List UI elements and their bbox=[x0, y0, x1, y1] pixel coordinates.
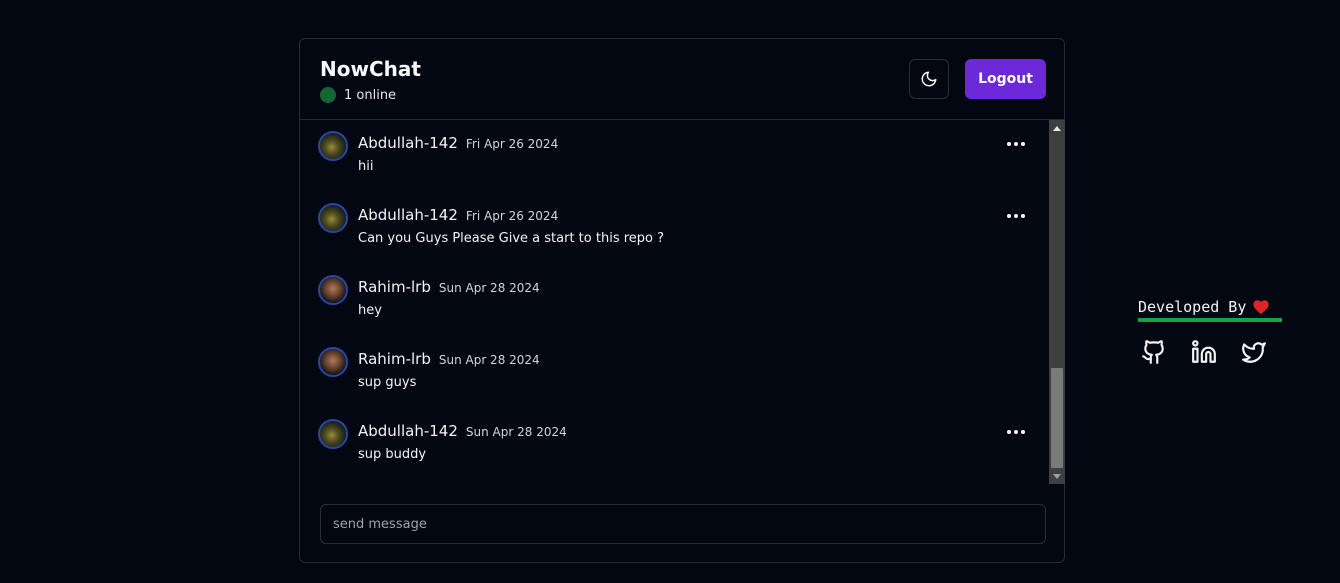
twitter-icon bbox=[1242, 342, 1266, 363]
online-status: 1 online bbox=[320, 87, 396, 103]
chat-card: NowChat 1 online Logout Abdullah-142 Fri … bbox=[299, 38, 1065, 563]
message-date: Sun Apr 28 2024 bbox=[438, 353, 540, 367]
scroll-up-button[interactable] bbox=[1049, 120, 1065, 136]
triangle-down-icon bbox=[1053, 473, 1061, 479]
scroll-thumb[interactable] bbox=[1051, 368, 1063, 468]
moon-icon bbox=[921, 71, 937, 87]
online-count: 1 online bbox=[344, 87, 397, 103]
message-author[interactable]: Abdullah-142 bbox=[358, 422, 458, 440]
more-horizontal-icon bbox=[1007, 430, 1025, 434]
online-indicator-icon bbox=[320, 87, 336, 103]
avatar[interactable] bbox=[318, 347, 348, 377]
developed-by-label: Developed By bbox=[1138, 298, 1247, 316]
message-author[interactable]: Rahim-lrb bbox=[358, 350, 431, 368]
message-text: Can you Guys Please Give a start to this… bbox=[358, 231, 665, 246]
heart-icon bbox=[1252, 299, 1270, 315]
message-scrollbar[interactable] bbox=[1049, 120, 1065, 484]
avatar[interactable] bbox=[318, 131, 348, 161]
avatar[interactable] bbox=[318, 275, 348, 305]
github-icon bbox=[1142, 340, 1164, 364]
message-author[interactable]: Abdullah-142 bbox=[358, 206, 458, 224]
chat-header: NowChat 1 online Logout bbox=[300, 39, 1064, 120]
composer bbox=[320, 504, 1046, 544]
more-horizontal-icon bbox=[1007, 214, 1025, 218]
more-options-button[interactable] bbox=[1004, 132, 1028, 156]
avatar[interactable] bbox=[318, 419, 348, 449]
linkedin-icon bbox=[1192, 340, 1216, 363]
app-title: NowChat bbox=[320, 57, 421, 81]
message-list[interactable]: Abdullah-142 Fri Apr 26 2024 hii Abdullah… bbox=[300, 120, 1049, 484]
message-date: Fri Apr 26 2024 bbox=[465, 209, 559, 223]
developer-credit: Developed By bbox=[1138, 298, 1288, 368]
message-date: Fri Apr 26 2024 bbox=[465, 137, 559, 151]
linkedin-link[interactable] bbox=[1188, 336, 1220, 368]
message-item: Rahim-lrb Sun Apr 28 2024 sup guys bbox=[318, 336, 1038, 392]
message-item: Rahim-lrb Sun Apr 28 2024 hey bbox=[318, 264, 1038, 320]
message-author[interactable]: Abdullah-142 bbox=[358, 134, 458, 152]
message-date: Sun Apr 28 2024 bbox=[465, 425, 567, 439]
more-options-button[interactable] bbox=[1004, 420, 1028, 444]
avatar[interactable] bbox=[318, 203, 348, 233]
message-text: hii bbox=[358, 159, 374, 174]
twitter-link[interactable] bbox=[1238, 336, 1270, 368]
message-input[interactable] bbox=[321, 505, 1045, 543]
triangle-up-icon bbox=[1053, 125, 1061, 131]
message-item: Abdullah-142 Sun Apr 28 2024 sup buddy bbox=[318, 408, 1038, 464]
message-date: Sun Apr 28 2024 bbox=[438, 281, 540, 295]
logout-button[interactable]: Logout bbox=[965, 59, 1046, 99]
more-horizontal-icon bbox=[1007, 142, 1025, 146]
message-text: sup guys bbox=[358, 375, 417, 390]
github-link[interactable] bbox=[1138, 336, 1170, 368]
message-author[interactable]: Rahim-lrb bbox=[358, 278, 431, 296]
social-links bbox=[1138, 336, 1288, 368]
message-item: Abdullah-142 Fri Apr 26 2024 hii bbox=[318, 120, 1038, 176]
message-text: hey bbox=[358, 303, 382, 318]
more-options-button[interactable] bbox=[1004, 204, 1028, 228]
scroll-down-button[interactable] bbox=[1049, 468, 1065, 484]
developed-by-underline bbox=[1138, 318, 1282, 322]
theme-toggle-button[interactable] bbox=[909, 59, 949, 99]
message-item: Abdullah-142 Fri Apr 26 2024 Can you Guys… bbox=[318, 192, 1038, 248]
message-text: sup buddy bbox=[358, 447, 427, 462]
